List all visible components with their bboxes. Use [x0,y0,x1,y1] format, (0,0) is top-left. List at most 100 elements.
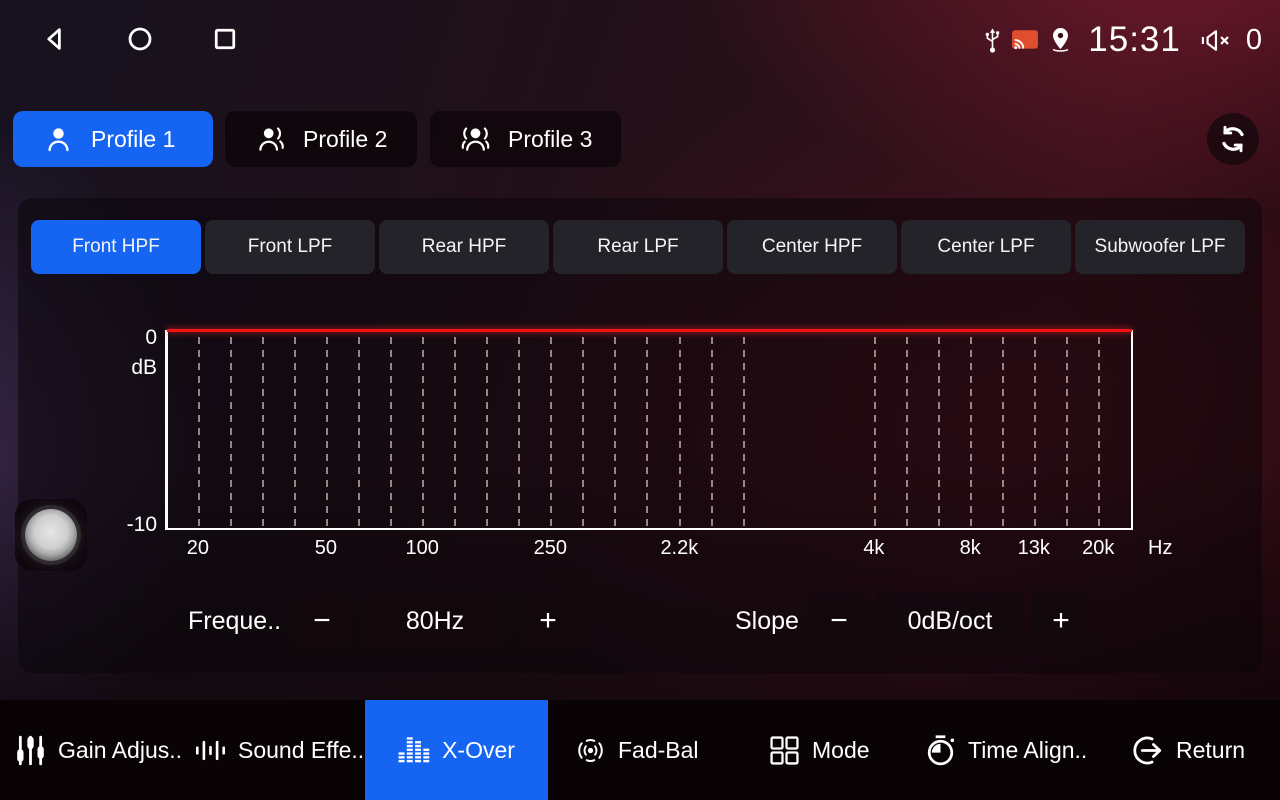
filter-tab-label: Rear HPF [422,236,506,258]
back-icon [40,24,70,54]
x-axis-unit: Hz [1148,537,1172,560]
response-curve [167,329,1132,332]
reset-button[interactable] [1207,113,1259,165]
chart-gridline [646,337,648,526]
frequency-minus-button[interactable]: − [292,592,352,650]
x-axis-tick-4k: 4k [863,537,884,560]
x-axis-tick-50: 50 [315,537,337,560]
android-nav-buttons [40,24,240,54]
chart-gridline [614,337,616,526]
nav-item-sound-effe[interactable]: Sound Effe.. [194,700,364,800]
nav-item-x-over[interactable]: X-Over [365,700,548,800]
chart-gridline [1066,337,1068,526]
fadbal-icon [574,734,607,767]
y-axis-label-top: 0 [145,326,157,350]
filter-tab-label: Rear LPF [597,236,678,258]
location-icon [1048,26,1073,54]
bottom-nav: Gain Adjus.. Sound Effe..X-Over Fad-Bal Mod… [0,699,1280,800]
chart-gridline [1034,337,1036,526]
frequency-plus-button[interactable]: + [518,592,578,650]
chart-gridline [970,337,972,526]
slope-label: Slope [735,592,799,650]
chart-gridline [518,337,520,526]
person-icon [43,124,74,155]
chart-gridline [550,337,552,526]
slope-value: 0dB/oct [876,592,1024,650]
chart-gridline [358,337,360,526]
y-axis-label-bottom: -10 [127,513,157,537]
android-back-button[interactable] [40,24,70,54]
x-axis-tick-20: 20 [187,537,209,560]
y-axis-unit: dB [131,356,157,380]
chart-gridline [679,337,681,526]
chart-gridline [874,337,876,526]
chart-gridline [454,337,456,526]
filter-tab-label: Front HPF [72,236,160,258]
profile-tabs: Profile 1 Profile 2 Profile 3 [13,111,621,167]
nav-item-gain-adjus[interactable]: Gain Adjus.. [14,700,182,800]
crossover-chart: 0 dB -10 Hz 20501002502.2k4k8k13k20k [165,330,1133,530]
recents-icon [210,24,240,54]
nav-item-fad-bal[interactable]: Fad-Bal [574,700,699,800]
chart-gridline [422,337,424,526]
nav-item-label: Fad-Bal [618,737,699,764]
chart-gridline [938,337,940,526]
x-axis-tick-13k: 13k [1018,537,1050,560]
chart-gridline [711,337,713,526]
filter-tab-subwoofer-lpf[interactable]: Subwoofer LPF [1075,220,1245,274]
usb-icon [983,26,1002,55]
nav-item-return[interactable]: Return [1132,700,1245,800]
profile-tab-1[interactable]: Profile 1 [13,111,213,167]
profile-label: Profile 1 [91,126,175,153]
chart-gridline [743,337,745,526]
chart-gridline [326,337,328,526]
x-axis-tick-2.2k: 2.2k [660,537,698,560]
xover-icon [398,734,431,767]
filter-tab-label: Subwoofer LPF [1095,236,1226,258]
filter-tab-rear-lpf[interactable]: Rear LPF [553,220,723,274]
gain-icon [14,734,47,767]
knob-icon [25,509,77,561]
nav-item-label: Return [1176,737,1245,764]
x-axis-tick-20k: 20k [1082,537,1114,560]
profile-tab-2[interactable]: Profile 2 [225,111,417,167]
filter-tab-center-hpf[interactable]: Center HPF [727,220,897,274]
chart-gridline [486,337,488,526]
profile-label: Profile 2 [303,126,387,153]
person-3-icon [460,124,491,155]
clock: 15:31 [1088,20,1181,60]
frequency-label: Freque.. [188,592,281,650]
filter-tab-label: Center HPF [762,236,862,258]
side-volume-knob[interactable] [15,499,87,571]
nav-item-mode[interactable]: Mode [768,700,870,800]
profile-label: Profile 3 [508,126,592,153]
chart-gridline [294,337,296,526]
sound-effect-icon [194,734,227,767]
chart-gridline [1002,337,1004,526]
x-axis-tick-100: 100 [406,537,439,560]
filter-tab-rear-hpf[interactable]: Rear HPF [379,220,549,274]
chart-gridline [262,337,264,526]
person-2-icon [255,124,286,155]
chart-gridline [582,337,584,526]
slope-plus-button[interactable]: + [1032,592,1090,650]
android-home-button[interactable] [125,24,155,54]
volume-mute-icon [1198,27,1235,54]
filter-tab-label: Center LPF [937,236,1034,258]
frequency-value: 80Hz [360,592,510,650]
nav-item-label: Time Align.. [968,737,1087,764]
status-bar: 15:31 0 [0,0,1280,80]
filter-tab-front-hpf[interactable]: Front HPF [31,220,201,274]
xover-screen: 15:31 0 Profile 1 Profile 2 Profile 3 Fron… [0,0,1280,800]
status-indicators: 15:31 0 [983,0,1262,80]
slope-minus-button[interactable]: − [810,592,868,650]
nav-item-label: Gain Adjus.. [58,737,182,764]
nav-item-time-align[interactable]: Time Align.. [924,700,1087,800]
android-recents-button[interactable] [210,24,240,54]
profile-tab-3[interactable]: Profile 3 [430,111,621,167]
filter-tab-center-lpf[interactable]: Center LPF [901,220,1071,274]
filter-tab-front-lpf[interactable]: Front LPF [205,220,375,274]
mode-icon [768,734,801,767]
filter-tabs: Front HPF Front LPF Rear HPF Rear LPF Center… [31,220,1245,274]
cast-icon [1011,29,1039,51]
